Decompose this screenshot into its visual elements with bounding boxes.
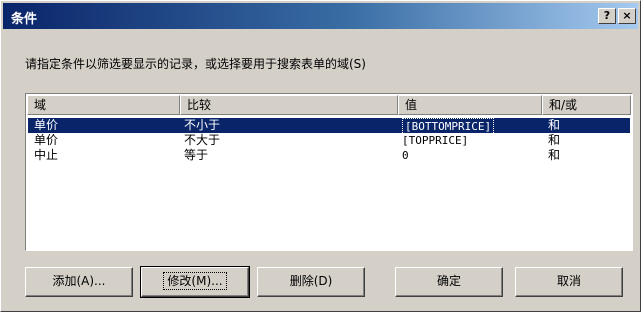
cell-andor: 和 (548, 118, 561, 132)
delete-button-label: 删除(D) (289, 274, 333, 288)
window-title: 条件 (11, 12, 38, 27)
cancel-button-label: 取消 (556, 274, 581, 288)
list-row[interactable]: 单价 不大于 [TOPPRICE] 和 (28, 133, 630, 148)
cell-field: 中止 (34, 148, 59, 162)
cell-field: 单价 (34, 118, 59, 132)
list-header: 域 比较 值 和/或 (27, 95, 631, 115)
instruction-text: 请指定条件以筛选要显示的记录，或选择要用于搜索表单的域(S) (25, 57, 366, 71)
ok-button[interactable]: 确定 (395, 267, 503, 297)
cell-compare: 不小于 (184, 118, 221, 132)
help-button[interactable]: ? (598, 8, 616, 24)
column-header-andor[interactable]: 和/或 (542, 95, 631, 115)
cell-andor: 和 (548, 133, 561, 147)
column-header-compare[interactable]: 比较 (180, 95, 398, 115)
column-header-value[interactable]: 值 (398, 95, 542, 115)
cell-compare: 不大于 (184, 133, 221, 147)
ok-button-label: 确定 (436, 274, 461, 288)
edit-button[interactable]: 修改(M)... (141, 267, 249, 297)
list-row[interactable]: 单价 不小于 [BOTTOMPRICE] 和 (28, 118, 630, 135)
add-button-label: 添加(A)... (52, 274, 106, 288)
conditions-dialog: 条件 ? × 请指定条件以筛选要显示的记录，或选择要用于搜索表单的域(S) 域 … (0, 0, 641, 312)
conditions-list[interactable]: 域 比较 值 和/或 单价 不小于 [BOTTOMPRICE] 和 单价 不大于… (25, 93, 633, 251)
list-row[interactable]: 中止 等于 0 和 (28, 148, 630, 163)
cancel-button[interactable]: 取消 (515, 267, 623, 297)
cell-value: 0 (402, 149, 409, 162)
edit-button-label: 修改(M)... (163, 272, 227, 290)
title-bar[interactable]: 条件 ? × (3, 3, 638, 29)
cell-andor: 和 (548, 148, 561, 162)
column-header-field[interactable]: 域 (27, 95, 180, 115)
delete-button[interactable]: 删除(D) (257, 267, 365, 297)
add-button[interactable]: 添加(A)... (25, 267, 133, 297)
cell-value: [TOPPRICE] (402, 134, 469, 147)
close-button[interactable]: × (618, 8, 636, 24)
cell-field: 单价 (34, 133, 59, 147)
cell-compare: 等于 (184, 148, 209, 162)
